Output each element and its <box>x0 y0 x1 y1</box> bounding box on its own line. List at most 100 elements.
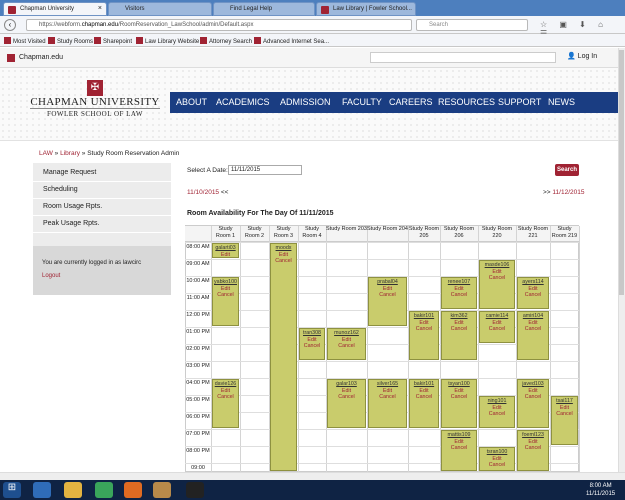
reservation-block[interactable]: ning101 Edit Cancel <box>479 396 515 428</box>
browser-search-input[interactable]: Search <box>416 19 528 31</box>
cancel-link[interactable]: Cancel <box>552 411 577 418</box>
folder-icon[interactable] <box>64 482 82 498</box>
cancel-link[interactable]: Cancel <box>369 292 406 299</box>
bookmark-most-visited[interactable]: Most Visited <box>4 37 46 45</box>
chapman-home-link[interactable]: Chapman.edu <box>7 50 157 66</box>
reservation-block[interactable]: moodx Edit Cancel <box>270 243 297 471</box>
reservation-block[interactable]: bakir101 Edit Cancel <box>409 379 439 428</box>
horizontal-scrollbar[interactable] <box>0 472 625 480</box>
bookmark-law-library[interactable]: Law Library Website <box>136 37 199 45</box>
reservation-block[interactable]: davie126 Edit Cancel <box>212 379 239 428</box>
cancel-link[interactable]: Cancel <box>300 343 324 350</box>
bookmark-sharepoint[interactable]: Sharepoint <box>94 37 132 45</box>
reservation-block[interactable]: tsai117 Edit Cancel <box>551 396 578 445</box>
tab-visitors[interactable]: Visitors <box>108 2 212 16</box>
nav-careers[interactable]: CAREERS <box>389 92 433 113</box>
cancel-link[interactable]: Cancel <box>480 326 514 333</box>
logout-link[interactable]: Logout <box>42 273 60 279</box>
cancel-link[interactable]: Cancel <box>442 292 476 299</box>
nav-faculty[interactable]: FACULTY <box>342 92 382 113</box>
time-label: 04:00 PM <box>186 380 210 386</box>
reservation-block[interactable]: galarti03EditCancel <box>212 243 239 258</box>
cancel-link[interactable]: Cancel <box>271 258 296 265</box>
room-header: Study Room 1 <box>215 226 236 239</box>
reservation-block[interactable]: tran308 Edit Cancel <box>299 328 325 360</box>
reservation-block[interactable]: renee107 Edit Cancel <box>441 277 477 309</box>
site-search-input[interactable] <box>370 52 556 63</box>
app-icon[interactable] <box>153 482 171 498</box>
bookmark-advanced-search[interactable]: Advanced Internet Sea... <box>254 37 329 45</box>
reservation-block[interactable]: prabal04 Edit Cancel <box>368 277 407 326</box>
reservation-user: amiri104 <box>522 313 544 319</box>
cancel-link[interactable]: Cancel <box>480 275 514 282</box>
nav-academics[interactable]: ACADEMICS <box>216 92 270 113</box>
cancel-link[interactable]: Cancel <box>410 394 438 401</box>
bookmark-icon <box>94 37 101 44</box>
vertical-scroll-thumb[interactable] <box>619 50 624 295</box>
grid-row-line <box>185 259 579 260</box>
nav-about[interactable]: ABOUT <box>176 92 207 113</box>
prev-day-link[interactable]: 11/10/2015 << <box>187 189 228 196</box>
next-day-link[interactable]: >> 11/12/2015 <box>543 189 584 196</box>
nav-admission[interactable]: ADMISSION <box>280 92 331 113</box>
back-arrow-icon[interactable]: ‹ <box>4 19 16 31</box>
cancel-link[interactable]: Cancel <box>518 326 548 333</box>
reservation-block[interactable]: tsran100 Edit Cancel <box>479 447 515 471</box>
cancel-link[interactable]: Cancel <box>213 292 238 299</box>
close-tab-icon[interactable]: × <box>98 5 102 12</box>
login-link[interactable]: 👤 Log In <box>567 52 597 60</box>
cancel-link[interactable]: Cancel <box>328 394 365 401</box>
reservation-block[interactable]: javed103 Edit Cancel <box>517 379 549 428</box>
cancel-link[interactable]: Cancel <box>442 445 476 452</box>
nav-support[interactable]: SUPPORT <box>498 92 541 113</box>
reservation-block[interactable]: ayers114 Edit Cancel <box>517 277 549 309</box>
cancel-link[interactable]: Cancel <box>328 343 365 350</box>
cancel-link[interactable]: Cancel <box>369 394 406 401</box>
cancel-link[interactable]: Cancel <box>480 462 514 469</box>
bookmark-attorney-search[interactable]: Attorney Search <box>200 37 252 45</box>
reservation-block[interactable]: camie114 Edit Cancel <box>479 311 515 343</box>
tab-find-legal-help[interactable]: Find Legal Help <box>213 2 315 16</box>
firefox-icon[interactable] <box>124 482 142 498</box>
cancel-link[interactable]: Cancel <box>518 445 548 452</box>
reservation-block[interactable]: bakir101 Edit Cancel <box>409 311 439 360</box>
nav-resources[interactable]: RESOURCES <box>438 92 495 113</box>
nav-news[interactable]: NEWS <box>548 92 575 113</box>
reservation-block[interactable]: masde106 Edit Cancel <box>479 260 515 309</box>
tab-law-library[interactable]: Law Library | Fowler School... <box>316 2 416 16</box>
chrome-icon[interactable] <box>95 482 113 498</box>
room-header: Study Room 3 <box>273 226 294 239</box>
cancel-link[interactable]: Cancel <box>213 394 238 401</box>
cancel-link[interactable]: Cancel <box>480 411 514 418</box>
reservation-block[interactable]: tsyan100 Edit Cancel <box>441 379 477 428</box>
breadcrumb-law[interactable]: LAW <box>39 150 53 157</box>
reservation-block[interactable]: kim362 Edit Cancel <box>441 311 477 360</box>
tab-chapman[interactable]: Chapman University × <box>3 2 107 16</box>
start-icon[interactable]: ⊞ <box>3 482 21 498</box>
address-bar[interactable]: https://webform.chapman.edu/RoomReservat… <box>26 19 412 31</box>
time-label: 12:00 PM <box>186 312 210 318</box>
search-button[interactable]: Search <box>555 164 579 176</box>
chapman-logo-icon <box>7 54 15 62</box>
reservation-block[interactable]: munoz162 Edit Cancel <box>327 328 366 360</box>
sidebar-item-manage-request[interactable]: Manage Request <box>33 165 171 182</box>
cancel-link[interactable]: Cancel <box>518 292 548 299</box>
sidebar-item-scheduling[interactable]: Scheduling <box>33 182 171 199</box>
reservation-block[interactable]: mattis109 Edit Cancel <box>441 430 477 471</box>
cancel-link[interactable]: Cancel <box>410 326 438 333</box>
sidebar-item-room-usage[interactable]: Room Usage Rpts. <box>33 199 171 216</box>
reservation-block[interactable]: amiri104 Edit Cancel <box>517 311 549 360</box>
cancel-link[interactable]: Cancel <box>442 326 476 333</box>
sidebar-item-peak-usage[interactable]: Peak Usage Rpts. <box>33 216 171 233</box>
app-dark-icon[interactable] <box>186 482 204 498</box>
ie-icon[interactable] <box>33 482 51 498</box>
cancel-link[interactable]: Cancel <box>518 394 548 401</box>
reservation-block[interactable]: foeml123 Edit Cancel <box>517 430 549 471</box>
bookmark-study-rooms[interactable]: Study Rooms <box>48 37 93 45</box>
reservation-block[interactable]: yabko100 Edit Cancel <box>212 277 239 326</box>
date-input[interactable]: 11/11/2015 <box>228 165 302 175</box>
cancel-link[interactable]: Cancel <box>442 394 476 401</box>
reservation-block[interactable]: galar103 Edit Cancel <box>327 379 366 428</box>
reservation-block[interactable]: silver165 Edit Cancel <box>368 379 407 428</box>
breadcrumb-library[interactable]: Library <box>60 150 80 157</box>
